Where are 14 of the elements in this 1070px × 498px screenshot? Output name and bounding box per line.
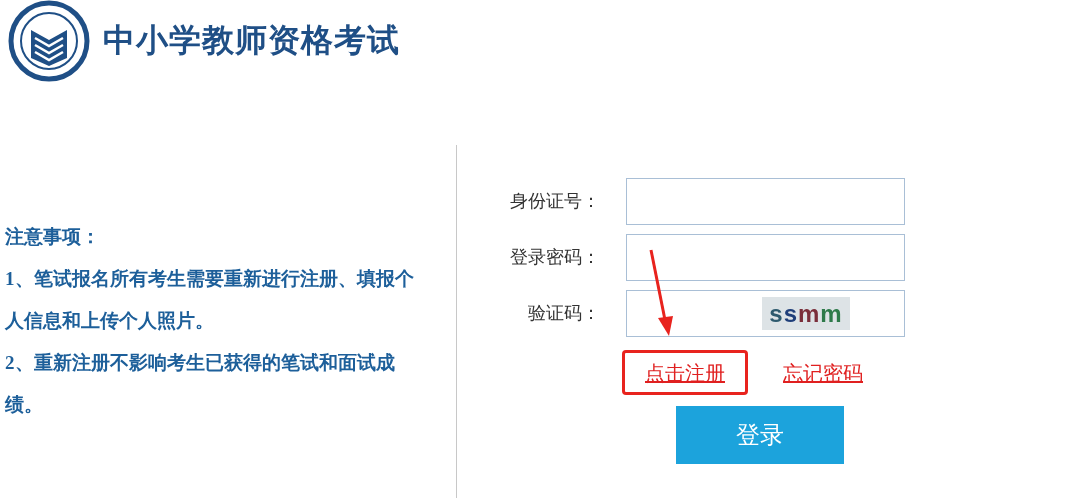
input-field[interactable] xyxy=(626,178,905,225)
notes-item: 1、笔试报名所有考生需要重新进行注册、填报个人信息和上传个人照片。 xyxy=(5,267,415,333)
field-label: 登录密码： xyxy=(509,246,601,269)
notes-heading: 注意事项： xyxy=(5,225,101,249)
input-field[interactable] xyxy=(626,234,905,281)
link[interactable]: 点击注册 xyxy=(622,350,748,395)
captcha-image: ssmm xyxy=(762,297,850,330)
link[interactable]: 忘记密码 xyxy=(760,350,886,395)
login-button[interactable]: 登录 xyxy=(676,406,844,464)
notes-item: 2、重新注册不影响考生已获得的笔试和面试成绩。 xyxy=(5,351,396,417)
site-title: 中小学教师资格考试 xyxy=(103,21,400,60)
field-label: 验证码： xyxy=(527,302,601,325)
input-field[interactable]: ssmm xyxy=(626,290,905,337)
field-label: 身份证号： xyxy=(509,190,601,213)
